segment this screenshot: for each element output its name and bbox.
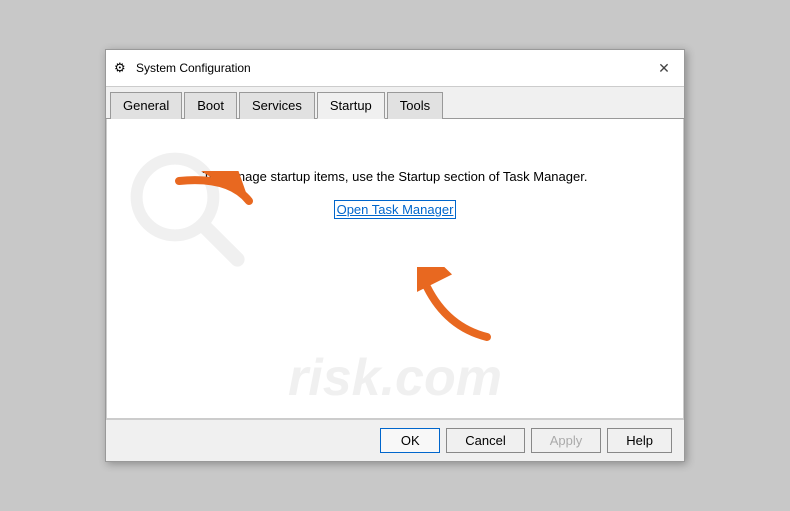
ok-button[interactable]: OK bbox=[380, 428, 440, 453]
apply-button[interactable]: Apply bbox=[531, 428, 602, 453]
tab-tools[interactable]: Tools bbox=[387, 92, 443, 119]
tab-startup[interactable]: Startup bbox=[317, 92, 385, 119]
tab-services[interactable]: Services bbox=[239, 92, 315, 119]
startup-description: To manage startup items, use the Startup… bbox=[127, 169, 663, 184]
system-configuration-window: ⚙ System Configuration ✕ General Boot Se… bbox=[105, 49, 685, 462]
window-title: System Configuration bbox=[136, 61, 251, 75]
footer: OK Cancel Apply Help bbox=[106, 419, 684, 461]
title-bar-left: ⚙ System Configuration bbox=[114, 60, 251, 76]
watermark: risk.com bbox=[107, 119, 683, 418]
tab-bar: General Boot Services Startup Tools bbox=[106, 87, 684, 119]
close-button[interactable]: ✕ bbox=[652, 56, 676, 80]
open-task-manager-link[interactable]: Open Task Manager bbox=[334, 200, 457, 219]
cancel-button[interactable]: Cancel bbox=[446, 428, 524, 453]
window-icon: ⚙ bbox=[114, 60, 130, 76]
title-bar: ⚙ System Configuration ✕ bbox=[106, 50, 684, 87]
content-area: risk.com To manage startup items, use th… bbox=[106, 119, 684, 419]
arrow-to-link bbox=[417, 267, 497, 350]
tab-boot[interactable]: Boot bbox=[184, 92, 237, 119]
help-button[interactable]: Help bbox=[607, 428, 672, 453]
tab-general[interactable]: General bbox=[110, 92, 182, 119]
